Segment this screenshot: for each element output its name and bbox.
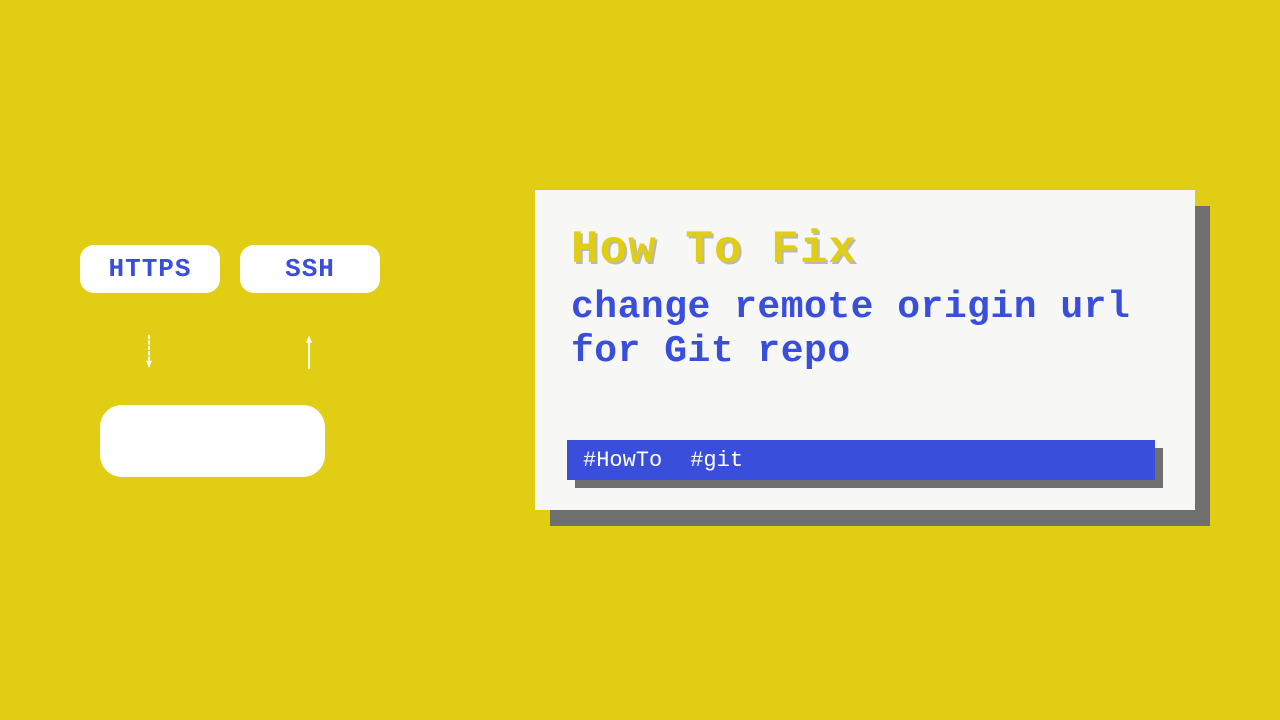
card-subtitle: change remote origin url for Git repo [571,286,1159,373]
tag-item: #HowTo [583,448,662,473]
ssh-pill: SSH [240,245,380,293]
tag-item: #git [690,448,743,473]
repo-box [100,405,325,477]
tag-bar: #HowTo #git [567,440,1155,480]
info-card: How To Fix change remote origin url for … [535,190,1195,510]
card-title: How To Fix [571,224,1159,276]
ssh-label: SSH [285,254,335,284]
https-label: HTTPS [108,254,191,284]
protocol-diagram: HTTPS SSH [70,245,400,485]
arrow-up-solid-icon [306,297,312,407]
arrow-down-dashed-icon [146,297,152,407]
https-pill: HTTPS [80,245,220,293]
